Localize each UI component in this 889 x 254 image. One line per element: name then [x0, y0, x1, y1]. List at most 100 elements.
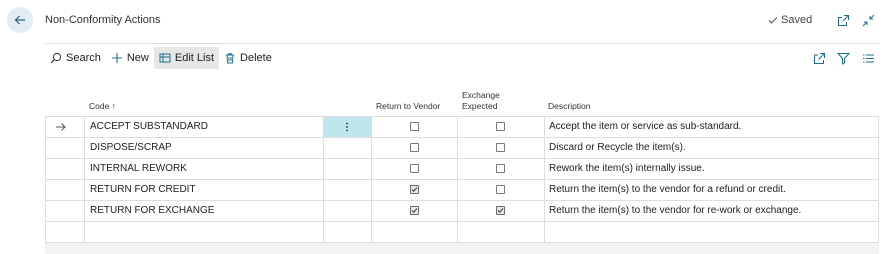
cell-description[interactable]: Rework the item(s) internally issue. — [549, 159, 705, 179]
column-header-exchange-expected-line1: Exchange — [462, 90, 500, 100]
filter-button[interactable] — [836, 51, 850, 65]
grid-column-divider — [84, 159, 85, 179]
grid-column-divider — [323, 180, 324, 200]
table-row[interactable]: RETURN FOR CREDIT Return the item(s) to t… — [45, 180, 879, 201]
grid-column-divider — [84, 180, 85, 200]
return-to-vendor-checkbox[interactable] — [410, 185, 419, 194]
column-header-description[interactable]: Description — [548, 101, 591, 112]
row-selected-indicator — [55, 117, 67, 137]
grid-column-divider — [544, 117, 545, 137]
grid-column-divider — [371, 180, 372, 200]
delete-label: Delete — [240, 52, 272, 64]
grid-column-divider — [878, 117, 879, 137]
list-view-button[interactable] — [861, 51, 875, 65]
cell-description[interactable]: Return the item(s) to the vendor for a r… — [549, 180, 786, 200]
search-icon — [50, 52, 62, 64]
grid-body: ACCEPT SUBSTANDARD Accept the item or ser… — [45, 117, 879, 222]
grid-column-divider — [544, 159, 545, 179]
exchange-expected-checkbox[interactable] — [496, 143, 505, 152]
cell-description[interactable]: Return the item(s) to the vendor for re-… — [549, 201, 801, 221]
grid-column-divider — [457, 180, 458, 200]
grid-column-divider — [84, 201, 85, 221]
grid-column-divider — [45, 180, 46, 200]
back-button[interactable] — [7, 7, 33, 33]
cell-code[interactable]: RETURN FOR CREDIT — [90, 180, 196, 200]
grid-column-divider — [45, 201, 46, 221]
more-vertical-icon — [346, 122, 348, 132]
list-grid: Code ↑ Return to Vendor Exchange Expecte… — [45, 78, 879, 243]
table-row[interactable]: RETURN FOR EXCHANGE Return the item(s) to… — [45, 201, 879, 222]
open-in-new-window-icon — [837, 14, 849, 26]
arrow-right-icon — [56, 123, 66, 131]
arrow-left-icon — [14, 15, 25, 25]
open-in-new-window-button[interactable] — [836, 13, 850, 27]
cell-code[interactable]: DISPOSE/SCRAP — [90, 138, 172, 158]
grid-column-divider — [457, 201, 458, 221]
grid-footer-area — [45, 243, 879, 254]
grid-column-divider — [878, 138, 879, 158]
search-label: Search — [66, 52, 101, 64]
grid-column-divider — [371, 159, 372, 179]
exchange-expected-checkbox[interactable] — [496, 206, 505, 215]
collapse-button[interactable] — [861, 13, 875, 27]
new-button[interactable]: New — [106, 47, 154, 69]
grid-column-divider — [371, 201, 372, 221]
row-actions-button[interactable] — [323, 117, 371, 137]
list-view-icon — [862, 53, 874, 63]
delete-button[interactable]: Delete — [219, 47, 277, 69]
search-button[interactable]: Search — [45, 47, 106, 69]
grid-column-divider — [371, 138, 372, 158]
trash-icon — [226, 53, 235, 64]
grid-column-divider — [878, 180, 879, 200]
collapse-icon — [862, 14, 874, 26]
grid-column-divider — [323, 159, 324, 179]
return-to-vendor-checkbox[interactable] — [410, 164, 419, 173]
grid-column-divider — [45, 117, 46, 137]
saved-status: Saved — [768, 14, 812, 26]
return-to-vendor-checkbox[interactable] — [410, 143, 419, 152]
table-row[interactable]: DISPOSE/SCRAP Discard or Recycle the item… — [45, 138, 879, 159]
exchange-expected-checkbox[interactable] — [496, 164, 505, 173]
table-row-empty[interactable] — [45, 222, 879, 243]
checkmark-icon — [768, 17, 778, 24]
exchange-expected-checkbox[interactable] — [496, 122, 505, 131]
grid-column-divider — [457, 159, 458, 179]
grid-column-divider — [544, 180, 545, 200]
column-header-exchange-expected[interactable]: Exchange Expected — [462, 90, 500, 112]
page-title: Non-Conformity Actions — [45, 14, 161, 26]
grid-column-divider — [84, 117, 85, 137]
grid-column-divider — [878, 201, 879, 221]
edit-list-button[interactable]: Edit List — [153, 47, 220, 69]
grid-column-divider — [45, 138, 46, 158]
plus-icon — [111, 53, 122, 63]
table-row[interactable]: ACCEPT SUBSTANDARD Accept the item or ser… — [45, 117, 879, 138]
edit-list-label: Edit List — [174, 52, 215, 64]
column-header-return-to-vendor[interactable]: Return to Vendor — [376, 101, 440, 112]
grid-column-divider — [45, 159, 46, 179]
saved-label: Saved — [781, 14, 813, 26]
cell-description[interactable]: Accept the item or service as sub-standa… — [549, 117, 741, 137]
grid-column-divider — [544, 201, 545, 221]
cell-code[interactable]: INTERNAL REWORK — [90, 159, 187, 179]
grid-column-divider — [371, 117, 372, 137]
grid-column-divider — [84, 138, 85, 158]
filter-icon — [836, 52, 850, 65]
grid-header-row: Code ↑ Return to Vendor Exchange Expecte… — [45, 78, 879, 117]
edit-list-icon — [159, 53, 171, 63]
cell-description[interactable]: Discard or Recycle the item(s). — [549, 138, 686, 158]
column-header-code[interactable]: Code ↑ — [89, 101, 116, 112]
return-to-vendor-checkbox[interactable] — [410, 122, 419, 131]
share-button[interactable] — [812, 51, 826, 65]
table-row[interactable]: INTERNAL REWORK Rework the item(s) intern… — [45, 159, 879, 180]
exchange-expected-checkbox[interactable] — [496, 185, 505, 194]
header-divider — [45, 43, 880, 44]
column-header-exchange-expected-line2: Expected — [462, 101, 498, 111]
action-toolbar: Search New Edit List Delete — [45, 47, 277, 69]
cell-code[interactable]: RETURN FOR EXCHANGE — [90, 201, 214, 221]
grid-column-divider — [457, 117, 458, 137]
share-icon — [813, 52, 825, 64]
grid-column-divider — [457, 138, 458, 158]
cell-code[interactable]: ACCEPT SUBSTANDARD — [90, 117, 208, 137]
grid-column-divider — [544, 138, 545, 158]
return-to-vendor-checkbox[interactable] — [410, 206, 419, 215]
